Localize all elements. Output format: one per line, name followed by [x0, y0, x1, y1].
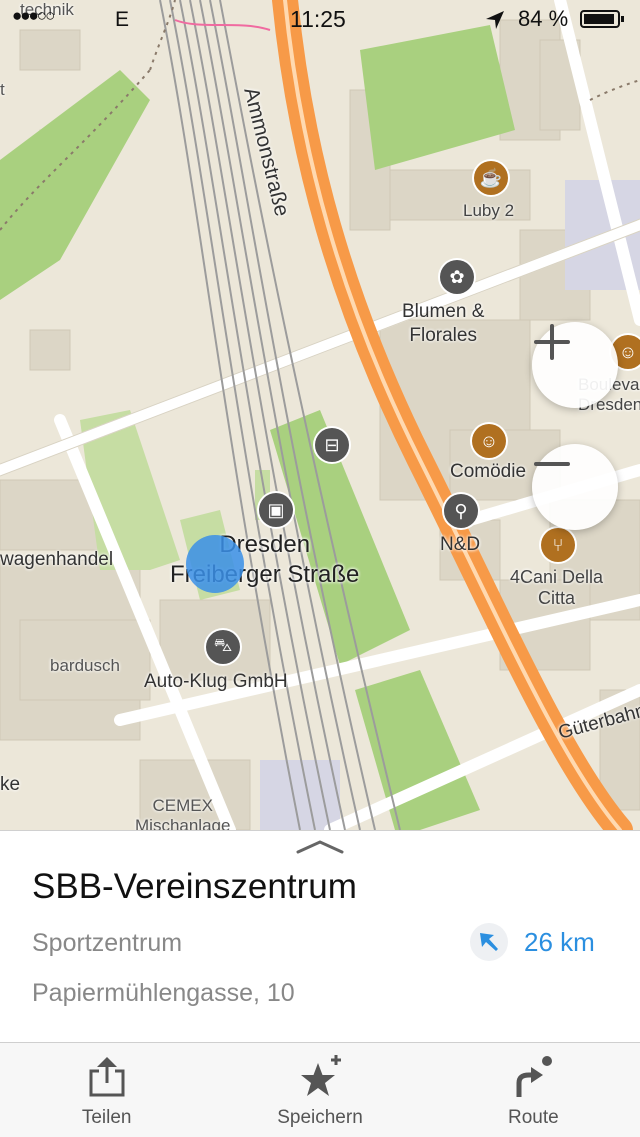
share-icon — [89, 1057, 125, 1097]
poi-label-cani: 4Cani Della Citta — [510, 567, 604, 608]
zoom-out-button[interactable] — [532, 444, 618, 530]
poi-label-comoedie: Comödie — [450, 461, 527, 482]
flower-icon[interactable]: ✿ — [440, 260, 474, 294]
bottom-tab-bar: Teilen Speichern Route — [0, 1042, 640, 1137]
train-icon[interactable]: ▣ — [259, 493, 293, 527]
save-label: Speichern — [277, 1107, 363, 1128]
battery-icon — [580, 10, 624, 28]
status-bar: ●●●○○ E 11:25 84 % — [0, 0, 640, 40]
shirt-icon[interactable]: ⚲ — [444, 494, 478, 528]
restaurant-icon[interactable]: ⑂ — [541, 528, 575, 562]
direction-arrow-icon — [470, 923, 508, 961]
route-icon — [516, 1056, 553, 1097]
route-label: Route — [507, 1107, 559, 1128]
poi-label-wagenhandel: wagenhandel — [0, 549, 114, 570]
place-info-sheet[interactable]: SBB-Vereinszentrum Sportzentrum Papiermü… — [0, 830, 640, 1043]
place-address: Papiermühlengasse, 10 — [32, 979, 295, 1007]
plus-icon — [534, 324, 570, 360]
coffee-icon[interactable]: ☕ — [474, 161, 508, 195]
map-view[interactable]: Ammonstraße Güterbahnhofstraße ☕ Luby 2 … — [0, 0, 640, 830]
chevron-up-icon[interactable] — [295, 839, 345, 855]
car-icon[interactable]: ⛍ — [206, 630, 240, 664]
poi-label-nd: N&D — [440, 534, 481, 555]
battery-percent: 84 % — [518, 6, 569, 31]
current-location-dot — [186, 535, 244, 593]
signal-strength: ●●●○○ — [12, 6, 55, 25]
poi-label-ke: ke — [0, 774, 21, 795]
save-tab[interactable]: Speichern — [213, 1043, 426, 1137]
location-arrow-icon — [486, 11, 504, 29]
share-tab[interactable]: Teilen — [0, 1043, 213, 1137]
network-type: E — [115, 8, 130, 31]
poi-label-luby: Luby 2 — [463, 201, 515, 220]
poi-label-blumen: Blumen & Florales — [402, 301, 485, 346]
poi-label-bardusch: bardusch — [50, 656, 120, 675]
place-category: Sportzentrum — [32, 929, 183, 957]
distance-indicator: 26 km — [470, 923, 595, 961]
poi-label-t: t — [0, 80, 5, 99]
minus-icon — [534, 462, 570, 466]
poi-label-cemex: CEMEX Mischanlage — [135, 796, 231, 830]
route-tab[interactable]: Route — [427, 1043, 640, 1137]
zoom-in-button[interactable] — [532, 322, 618, 408]
clock: 11:25 — [290, 6, 346, 32]
distance-value: 26 km — [524, 926, 595, 957]
map-canvas — [0, 0, 640, 830]
share-label: Teilen — [81, 1107, 132, 1128]
star-plus-icon — [300, 1055, 341, 1096]
poi-label-autoklug: Auto-Klug GmbH — [144, 671, 288, 692]
tram-icon[interactable]: ⊟ — [315, 428, 349, 462]
theatre-icon[interactable]: ☺ — [472, 424, 506, 458]
place-title: SBB-Vereinszentrum — [32, 867, 357, 906]
